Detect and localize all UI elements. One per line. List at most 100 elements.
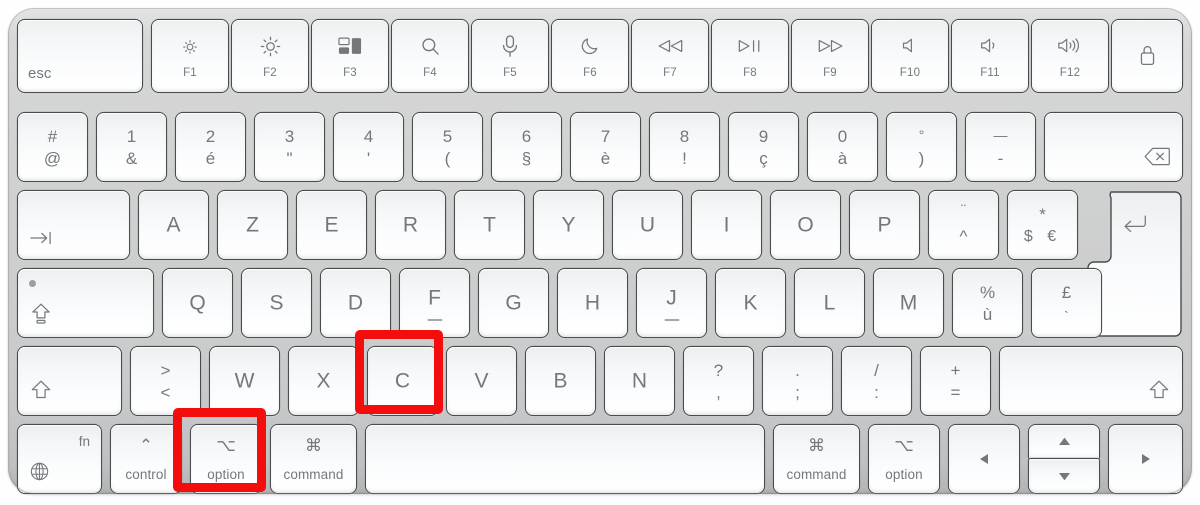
key-colon-bottom: : [874, 383, 879, 403]
key-command-right[interactable]: ⌘ command [774, 425, 859, 493]
key-f7[interactable]: F7 [632, 20, 708, 92]
key-f3[interactable]: F3 [312, 20, 388, 92]
key-0-agrave[interactable]: 0 à [808, 113, 877, 181]
key-s[interactable]: S [242, 269, 311, 337]
key-f-label: F [428, 286, 441, 310]
key-f8[interactable]: F8 [712, 20, 788, 92]
key-arrow-left[interactable] [949, 425, 1019, 493]
key-w-label: W [234, 369, 255, 393]
key-percent-top: % [979, 282, 996, 302]
key-h[interactable]: H [558, 269, 627, 337]
key-dollar-euro-bottom: $ € [1023, 228, 1062, 246]
key-delete[interactable] [1045, 113, 1182, 181]
key-degree-rparen[interactable]: ° ) [887, 113, 956, 181]
key-fn-globe[interactable]: fn [18, 425, 101, 493]
key-shift-right[interactable] [1000, 347, 1182, 415]
key-s-label: S [269, 291, 284, 315]
key-f11[interactable]: F11 [952, 20, 1028, 92]
key-w[interactable]: W [210, 347, 279, 415]
key-f1[interactable]: F1 [152, 20, 228, 92]
key-hash-at[interactable]: # @ [18, 113, 87, 181]
key-f2-label: F2 [263, 67, 277, 80]
key-pound-grave[interactable]: £ ` [1032, 269, 1101, 337]
key-v[interactable]: V [447, 347, 516, 415]
key-m[interactable]: M [874, 269, 943, 337]
key-k[interactable]: K [716, 269, 785, 337]
key-z[interactable]: Z [218, 191, 287, 259]
key-3-quote[interactable]: 3 " [255, 113, 324, 181]
key-1-bottom: & [125, 149, 138, 169]
key-4-apos[interactable]: 4 ' [334, 113, 403, 181]
key-caps-lock[interactable] [18, 269, 153, 337]
key-d[interactable]: D [321, 269, 390, 337]
key-equals-bottom: = [950, 383, 961, 403]
key-o[interactable]: O [771, 191, 840, 259]
key-7-egrave[interactable]: 7 è [571, 113, 640, 181]
key-a[interactable]: A [139, 191, 208, 259]
key-t[interactable]: T [455, 191, 524, 259]
arrow-down-icon [1029, 472, 1099, 481]
key-f4[interactable]: F4 [392, 20, 468, 92]
key-arrow-up[interactable] [1029, 425, 1099, 459]
key-r[interactable]: R [376, 191, 445, 259]
key-esc[interactable]: esc [18, 20, 142, 92]
key-slash-colon[interactable]: / : [842, 347, 911, 415]
key-i[interactable]: I [692, 191, 761, 259]
key-2-eacute[interactable]: 2 é [176, 113, 245, 181]
key-e[interactable]: E [297, 191, 366, 259]
key-q[interactable]: Q [163, 269, 232, 337]
key-g[interactable]: G [479, 269, 548, 337]
key-6-bottom: § [521, 149, 532, 169]
key-f5[interactable]: F5 [472, 20, 548, 92]
key-8-excl[interactable]: 8 ! [650, 113, 719, 181]
key-shift-left[interactable] [18, 347, 121, 415]
key-option-right[interactable]: ⌥ option [869, 425, 939, 493]
key-6-section[interactable]: 6 § [492, 113, 561, 181]
brightness-up-icon [232, 34, 308, 59]
key-tab[interactable] [18, 191, 129, 259]
key-5-paren[interactable]: 5 ( [413, 113, 482, 181]
key-l-label: L [823, 291, 836, 315]
key-n[interactable]: N [605, 347, 674, 415]
key-x-label: X [316, 369, 331, 393]
key-lock[interactable] [1112, 20, 1182, 92]
key-return[interactable] [1087, 191, 1182, 337]
key-degree-top: ° [918, 126, 925, 143]
key-control[interactable]: ⌃ control [111, 425, 181, 493]
key-arrow-down[interactable] [1029, 459, 1099, 493]
key-underscore-dash[interactable]: — - [966, 113, 1035, 181]
key-f9[interactable]: F9 [792, 20, 868, 92]
key-9-ccedil[interactable]: 9 ç [729, 113, 798, 181]
key-space[interactable] [366, 425, 764, 493]
key-y[interactable]: Y [534, 191, 603, 259]
key-greater-less[interactable]: > < [131, 347, 200, 415]
key-f[interactable]: F [400, 269, 469, 337]
key-j[interactable]: J [637, 269, 706, 337]
key-dash-bottom: - [997, 149, 1004, 169]
key-plus-equals[interactable]: + = [921, 347, 990, 415]
key-1-amp[interactable]: 1 & [97, 113, 166, 181]
key-l[interactable]: L [795, 269, 864, 337]
key-question-comma[interactable]: ? , [684, 347, 753, 415]
key-command-left[interactable]: ⌘ command [271, 425, 356, 493]
key-c[interactable]: C [368, 347, 437, 415]
key-f4-label: F4 [423, 67, 437, 80]
key-f10[interactable]: F10 [872, 20, 948, 92]
key-y-label: Y [561, 213, 576, 237]
key-asterisk-dollar-euro[interactable]: * $ € [1008, 191, 1077, 259]
key-8-bottom: ! [682, 149, 687, 169]
arrow-left-icon [949, 453, 1019, 465]
key-u[interactable]: U [613, 191, 682, 259]
key-f2[interactable]: F2 [232, 20, 308, 92]
key-period-semicolon[interactable]: . ; [763, 347, 832, 415]
key-x[interactable]: X [289, 347, 358, 415]
key-arrow-right[interactable] [1109, 425, 1182, 493]
key-f12[interactable]: F12 [1032, 20, 1108, 92]
key-p[interactable]: P [850, 191, 919, 259]
key-percent-ugrave[interactable]: % ù [953, 269, 1022, 337]
key-option-left[interactable]: ⌥ option [191, 425, 261, 493]
mission-control-icon [312, 37, 388, 55]
key-f6[interactable]: F6 [552, 20, 628, 92]
key-b[interactable]: B [526, 347, 595, 415]
key-diaeresis-circumflex[interactable]: ¨ ^ [929, 191, 998, 259]
